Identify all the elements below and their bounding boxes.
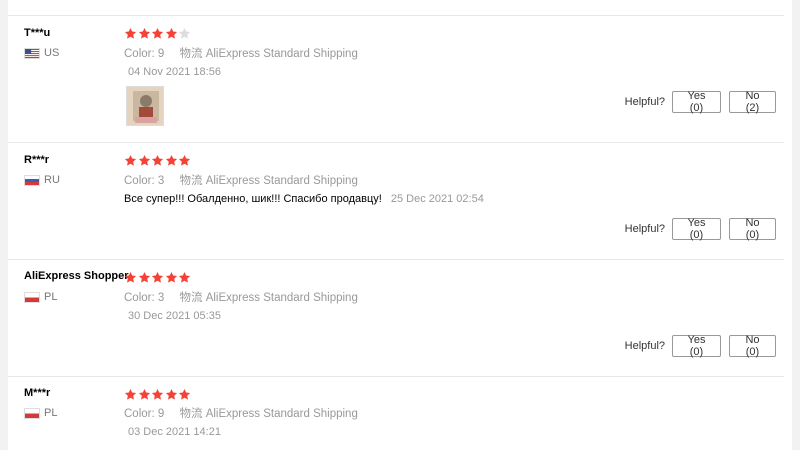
- review-content: Все супер!!! Обалденно, шик!!! Спасибо п…: [124, 193, 382, 205]
- review-sku-info: Color: 3 物流 AliExpress Standard Shipping: [124, 172, 358, 188]
- shipping-value: AliExpress Standard Shipping: [205, 48, 358, 60]
- helpful-yes-button[interactable]: Yes (0): [672, 90, 721, 114]
- review-date: 04 Nov 2021 18:56: [128, 66, 221, 78]
- reviewer-name: M***r: [24, 387, 51, 399]
- star-icon: [138, 27, 151, 40]
- helpful-label: Helpful?: [624, 340, 665, 352]
- helpful-vote-group: Helpful? Yes (0) No (0): [624, 334, 776, 358]
- reviewer-name: AliExpress Shopper: [24, 270, 129, 282]
- star-icon: [124, 271, 137, 284]
- review-sku-info: Color: 3 物流 AliExpress Standard Shipping: [124, 289, 358, 305]
- pl-flag-icon: [24, 292, 40, 303]
- reviewer-country: PL: [44, 407, 58, 419]
- reviewer-country: RU: [44, 174, 60, 186]
- star-icon: [151, 154, 164, 167]
- star-icon: [151, 388, 164, 401]
- color-value: 9: [157, 408, 165, 420]
- helpful-label: Helpful?: [624, 223, 665, 235]
- star-rating: [124, 154, 192, 168]
- star-icon: [138, 154, 151, 167]
- review-date: 30 Dec 2021 05:35: [128, 310, 221, 322]
- star-icon: [178, 388, 191, 401]
- star-icon: [138, 388, 151, 401]
- review-item: M***r PL Color: 9 物流 AliExpress Standard…: [8, 377, 784, 450]
- star-icon: [124, 27, 137, 40]
- star-icon: [138, 271, 151, 284]
- star-icon: [124, 154, 137, 167]
- shipping-label: 物流: [179, 48, 203, 60]
- color-value: 3: [157, 175, 165, 187]
- star-rating: [124, 27, 192, 41]
- review-item: T***u US Color: 9 物流 AliExpress Standard…: [8, 16, 784, 143]
- color-label: Color:: [124, 292, 155, 304]
- shipping-value: AliExpress Standard Shipping: [205, 292, 358, 304]
- color-label: Color:: [124, 175, 155, 187]
- helpful-no-button[interactable]: No (0): [729, 217, 776, 241]
- helpful-no-button[interactable]: No (2): [729, 90, 776, 114]
- star-icon: [151, 271, 164, 284]
- reviewer-country: US: [44, 47, 60, 59]
- review-photo-thumbnail[interactable]: [126, 86, 164, 126]
- reviewer-name: T***u: [24, 27, 51, 39]
- star-icon: [178, 271, 191, 284]
- review-date: 25 Dec 2021 02:54: [390, 193, 484, 205]
- pl-flag-icon: [24, 408, 40, 419]
- star-icon: [178, 27, 191, 40]
- review-text: Все супер!!! Обалденно, шик!!! Спасибо п…: [124, 193, 484, 205]
- review-item: AliExpress Shopper PL Color: 3 物流 AliExp…: [8, 260, 784, 377]
- star-icon: [165, 388, 178, 401]
- review-sku-info: Color: 9 物流 AliExpress Standard Shipping: [124, 45, 358, 61]
- reviewer-name: R***r: [24, 154, 50, 166]
- color-label: Color:: [124, 408, 155, 420]
- review-sku-info: Color: 9 物流 AliExpress Standard Shipping: [124, 405, 358, 421]
- ru-flag-icon: [24, 175, 40, 186]
- reviewer-country: PL: [44, 291, 58, 303]
- star-icon: [151, 27, 164, 40]
- helpful-label: Helpful?: [624, 96, 665, 108]
- star-rating: [124, 388, 192, 402]
- helpful-yes-button[interactable]: Yes (0): [672, 334, 721, 358]
- star-icon: [178, 154, 191, 167]
- us-flag-icon: [24, 48, 40, 59]
- helpful-vote-group: Helpful? Yes (0) No (2): [624, 90, 776, 114]
- color-value: 9: [157, 48, 165, 60]
- star-icon: [124, 388, 137, 401]
- star-rating: [124, 271, 192, 285]
- shipping-value: AliExpress Standard Shipping: [205, 175, 358, 187]
- shipping-label: 物流: [179, 408, 203, 420]
- helpful-yes-button[interactable]: Yes (0): [672, 217, 721, 241]
- star-icon: [165, 27, 178, 40]
- shipping-label: 物流: [179, 292, 203, 304]
- helpful-vote-group: Helpful? Yes (0) No (0): [624, 217, 776, 241]
- shipping-value: AliExpress Standard Shipping: [205, 408, 358, 420]
- review-date: 03 Dec 2021 14:21: [128, 426, 221, 438]
- color-label: Color:: [124, 48, 155, 60]
- star-icon: [165, 154, 178, 167]
- star-icon: [165, 271, 178, 284]
- shipping-label: 物流: [179, 175, 203, 187]
- helpful-no-button[interactable]: No (0): [729, 334, 776, 358]
- color-value: 3: [157, 292, 165, 304]
- review-item: R***r RU Color: 3 物流 AliExpress Standard…: [8, 143, 784, 260]
